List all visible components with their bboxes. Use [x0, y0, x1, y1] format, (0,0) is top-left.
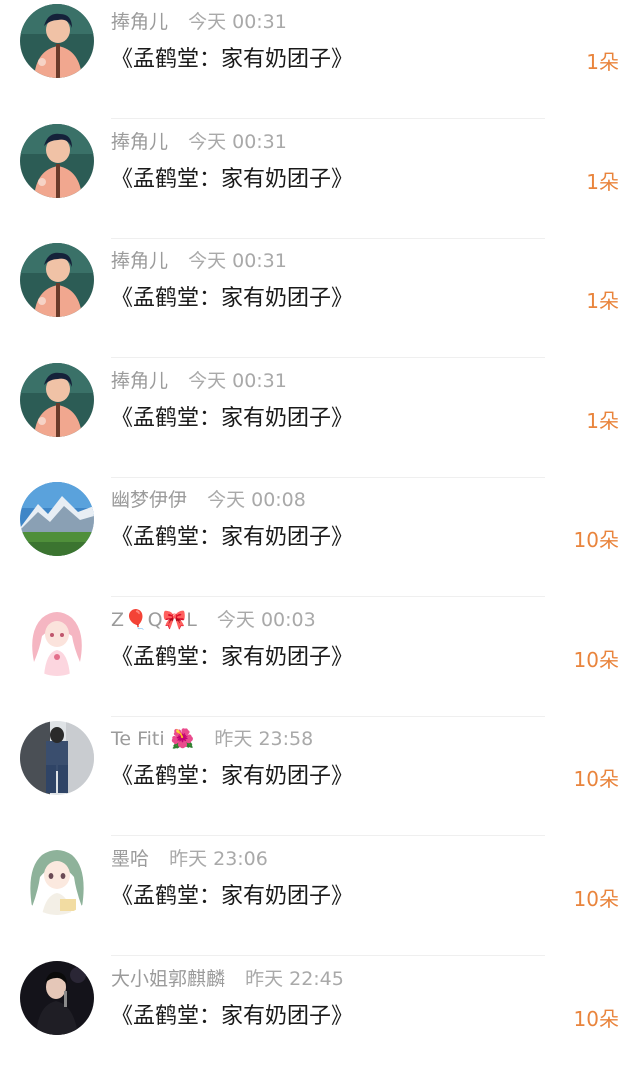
divider [111, 357, 545, 358]
avatar-person-image [20, 721, 94, 795]
flower-count: 10朵 [573, 1007, 619, 1031]
timestamp: 今天 00:08 [207, 489, 306, 511]
avatar[interactable] [20, 124, 94, 198]
flower-count: 10朵 [573, 887, 619, 911]
flower-count: 10朵 [573, 528, 619, 552]
user-name[interactable]: 捧角儿 [111, 370, 168, 392]
item-meta: 大小姐郭麒麟 昨天 22:45 [111, 965, 344, 993]
avatar-anime-girl-image [20, 841, 94, 915]
timestamp: 今天 00:31 [188, 11, 287, 33]
avatar-performer-image [20, 4, 94, 78]
divider [111, 118, 545, 119]
user-name[interactable]: 大小姐郭麒麟 [111, 968, 225, 990]
gift-title: 《孟鹤堂：家有奶团子》 [111, 764, 354, 789]
item-meta: 幽梦伊伊 今天 00:08 [111, 486, 306, 514]
divider [111, 955, 545, 956]
avatar-performer-image [20, 243, 94, 317]
flower-count: 10朵 [573, 648, 619, 672]
list-item[interactable]: 幽梦伊伊 今天 00:08 《孟鹤堂：家有奶团子》 10朵 [0, 478, 640, 597]
item-meta: 捧角儿 今天 00:31 [111, 367, 287, 395]
timestamp: 今天 00:31 [188, 131, 287, 153]
item-meta: 捧角儿 今天 00:31 [111, 8, 287, 36]
avatar-landscape-image [20, 482, 94, 556]
avatar-performer-image [20, 363, 94, 437]
user-name[interactable]: 墨哈 [111, 848, 149, 870]
list-item[interactable]: 捧角儿 今天 00:31 《孟鹤堂：家有奶团子》 1朵 [0, 239, 640, 358]
gift-title: 《孟鹤堂：家有奶团子》 [111, 47, 354, 72]
timestamp: 今天 00:31 [188, 370, 287, 392]
list-item[interactable]: 大小姐郭麒麟 昨天 22:45 《孟鹤堂：家有奶团子》 10朵 [0, 957, 640, 1076]
user-name[interactable]: Z🎈Q🎀L [111, 609, 197, 631]
avatar[interactable] [20, 721, 94, 795]
avatar-anime-girl-image [20, 602, 94, 676]
item-meta: 捧角儿 今天 00:31 [111, 128, 287, 156]
flower-count: 1朵 [586, 170, 619, 194]
flower-count: 1朵 [586, 409, 619, 433]
user-name[interactable]: 幽梦伊伊 [111, 489, 187, 511]
flower-count: 1朵 [586, 50, 619, 74]
timestamp: 昨天 22:45 [245, 968, 344, 990]
gift-title: 《孟鹤堂：家有奶团子》 [111, 286, 354, 311]
user-name[interactable]: 捧角儿 [111, 11, 168, 33]
gift-title: 《孟鹤堂：家有奶团子》 [111, 525, 354, 550]
user-name[interactable]: 捧角儿 [111, 250, 168, 272]
user-name[interactable]: Te Fiti 🌺 [111, 728, 194, 750]
avatar[interactable] [20, 482, 94, 556]
avatar[interactable] [20, 841, 94, 915]
avatar[interactable] [20, 961, 94, 1035]
timestamp: 昨天 23:58 [214, 728, 314, 750]
item-meta: 捧角儿 今天 00:31 [111, 247, 287, 275]
timestamp: 今天 00:03 [216, 609, 316, 631]
gift-list: 捧角儿 今天 00:31 《孟鹤堂：家有奶团子》 1朵 捧角儿 今天 00:31… [0, 0, 640, 1057]
avatar[interactable] [20, 4, 94, 78]
avatar[interactable] [20, 602, 94, 676]
item-meta: Te Fiti 🌺 昨天 23:58 [111, 725, 313, 753]
list-item[interactable]: 捧角儿 今天 00:31 《孟鹤堂：家有奶团子》 1朵 [0, 120, 640, 239]
divider [111, 835, 545, 836]
user-name[interactable]: 捧角儿 [111, 131, 168, 153]
gift-title: 《孟鹤堂：家有奶团子》 [111, 406, 354, 431]
flower-count: 10朵 [573, 767, 619, 791]
avatar[interactable] [20, 243, 94, 317]
list-item[interactable]: 捧角儿 今天 00:31 《孟鹤堂：家有奶团子》 1朵 [0, 359, 640, 478]
list-item[interactable]: 墨哈 昨天 23:06 《孟鹤堂：家有奶团子》 10朵 [0, 837, 640, 956]
gift-title: 《孟鹤堂：家有奶团子》 [111, 167, 354, 192]
avatar[interactable] [20, 363, 94, 437]
gift-title: 《孟鹤堂：家有奶团子》 [111, 645, 354, 670]
list-item[interactable]: Te Fiti 🌺 昨天 23:58 《孟鹤堂：家有奶团子》 10朵 [0, 717, 640, 836]
timestamp: 昨天 23:06 [169, 848, 268, 870]
list-item[interactable]: 捧角儿 今天 00:31 《孟鹤堂：家有奶团子》 1朵 [0, 0, 640, 119]
avatar-performer-image [20, 124, 94, 198]
gift-title: 《孟鹤堂：家有奶团子》 [111, 884, 354, 909]
flower-count: 1朵 [586, 289, 619, 313]
item-meta: Z🎈Q🎀L 今天 00:03 [111, 606, 316, 634]
timestamp: 今天 00:31 [188, 250, 287, 272]
avatar-performer-image [20, 961, 94, 1035]
list-item[interactable]: Z🎈Q🎀L 今天 00:03 《孟鹤堂：家有奶团子》 10朵 [0, 598, 640, 717]
divider [111, 596, 545, 597]
item-meta: 墨哈 昨天 23:06 [111, 845, 268, 873]
gift-title: 《孟鹤堂：家有奶团子》 [111, 1004, 354, 1029]
